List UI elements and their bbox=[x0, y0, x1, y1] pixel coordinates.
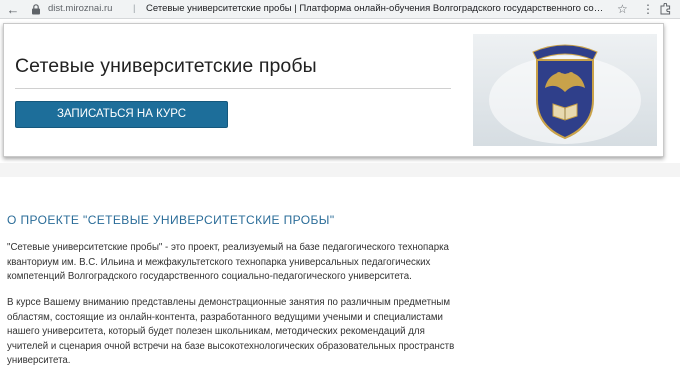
page-separator-band bbox=[0, 163, 680, 177]
about-heading: О ПРОЕКТЕ "СЕТЕВЫЕ УНИВЕРСИТЕТСКИЕ ПРОБЫ… bbox=[7, 213, 335, 227]
url-domain[interactable]: dist.miroznai.ru bbox=[48, 3, 112, 14]
course-header-card: Сетевые университетские пробы ЗАПИСАТЬСЯ… bbox=[3, 23, 664, 157]
page-title: Сетевые университетские пробы | Платформ… bbox=[146, 3, 604, 14]
back-arrow-icon[interactable]: ← bbox=[6, 2, 20, 17]
title-divider bbox=[15, 88, 451, 89]
course-title: Сетевые университетские пробы bbox=[15, 55, 317, 77]
about-paragraph-1: "Сетевые университетские пробы" - это пр… bbox=[7, 242, 449, 282]
menu-dots-icon[interactable]: ⋮ bbox=[642, 2, 654, 16]
lock-icon[interactable] bbox=[30, 3, 42, 15]
star-icon[interactable]: ☆ bbox=[617, 2, 628, 16]
about-paragraph-2: В курсе Вашему вниманию представлены дем… bbox=[7, 297, 455, 366]
enroll-button[interactable]: ЗАПИСАТЬСЯ НА КУРС bbox=[15, 101, 228, 128]
about-section: О ПРОЕКТЕ "СЕТЕВЫЕ УНИВЕРСИТЕТСКИЕ ПРОБЫ… bbox=[7, 213, 647, 366]
browser-address-bar: ← dist.miroznai.ru | Сетевые университет… bbox=[0, 0, 680, 19]
extension-icon[interactable] bbox=[659, 3, 673, 15]
emblem-icon bbox=[489, 44, 641, 144]
url-separator: | bbox=[133, 3, 136, 14]
university-emblem-image bbox=[473, 34, 657, 146]
